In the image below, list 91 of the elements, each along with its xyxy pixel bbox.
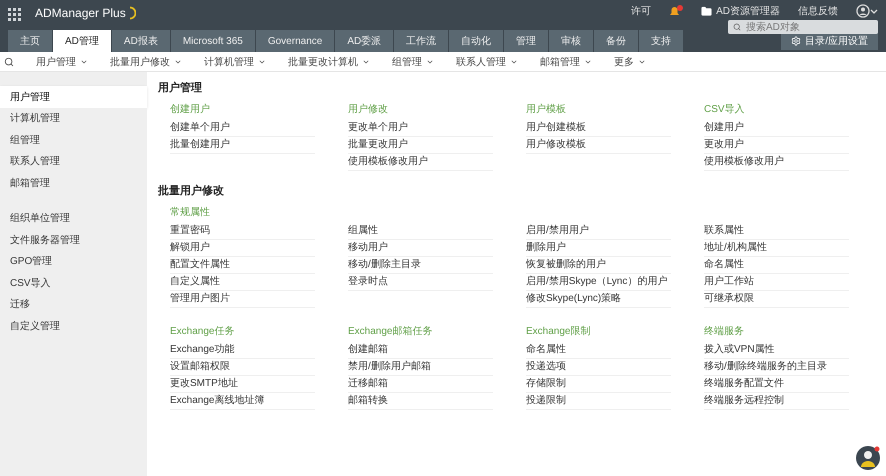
group-heading: Exchange限制 <box>526 324 590 338</box>
header-link[interactable]: 许可 <box>631 4 652 18</box>
task-link[interactable]: 批量更改用户 <box>348 138 408 152</box>
group-heading: 终端服务 <box>704 324 744 338</box>
section-title: 批量用户修改 <box>158 184 225 199</box>
nav-tab[interactable]: 自动化 <box>449 30 504 52</box>
group-heading: 用户修改 <box>348 102 388 116</box>
group-heading: 用户模板 <box>526 102 566 116</box>
task-link[interactable]: 删除用户 <box>526 241 566 255</box>
submenu-item[interactable]: 联系人管理 <box>456 54 518 68</box>
task-link[interactable]: 登录时点 <box>348 275 388 289</box>
task-link[interactable]: 自定义属性 <box>170 275 220 289</box>
task-link[interactable]: 使用模板修改用户 <box>348 155 428 169</box>
nav-tab[interactable]: Governance <box>256 30 334 52</box>
task-link[interactable]: 迁移邮箱 <box>348 377 388 391</box>
task-link[interactable]: 更改SMTP地址 <box>170 377 238 391</box>
product-name: ADManager Plus <box>35 6 126 20</box>
nav-tab[interactable]: 审核 <box>549 30 594 52</box>
task-link[interactable]: 更改用户 <box>704 138 744 152</box>
task-link[interactable]: 禁用/删除用户邮箱 <box>348 360 431 374</box>
task-link[interactable]: 命名属性 <box>526 343 566 357</box>
submenu-item[interactable]: 批量更改计算机 <box>288 54 370 68</box>
task-link[interactable]: 配置文件属性 <box>170 258 230 272</box>
sidebar-item[interactable]: 用户管理 <box>0 86 147 108</box>
task-link[interactable]: 解锁用户 <box>170 241 210 255</box>
search-icon <box>733 23 741 31</box>
group-heading: CSV导入 <box>704 102 745 116</box>
nav-tab[interactable]: 支持 <box>639 30 684 52</box>
task-link[interactable]: 移动/删除终端服务的主目录 <box>704 360 827 374</box>
gear-icon <box>791 36 802 46</box>
task-link[interactable]: 创建单个用户 <box>170 121 230 135</box>
nav-tab[interactable]: AD委派 <box>335 30 394 52</box>
task-link[interactable]: 创建邮箱 <box>348 343 388 357</box>
task-link[interactable]: 设置邮箱权限 <box>170 360 230 374</box>
group-heading: Exchange任务 <box>170 325 234 338</box>
task-link[interactable]: 命名属性 <box>704 258 744 272</box>
nav-tab[interactable]: 备份 <box>594 30 638 52</box>
task-link[interactable]: 投递选项 <box>526 360 566 374</box>
task-link[interactable]: Exchange离线地址簿 <box>170 394 264 408</box>
apps-grid-icon[interactable] <box>8 8 21 21</box>
task-link[interactable]: 可继承权限 <box>704 292 754 306</box>
task-link[interactable]: 联系属性 <box>704 224 744 238</box>
submenu-item[interactable]: 批量用户修改 <box>110 54 182 68</box>
search-field[interactable]: 搜索AD对象 <box>728 20 878 34</box>
task-link[interactable]: 终端服务远程控制 <box>704 394 784 408</box>
task-link[interactable]: 启用/禁用Skype（Lync）的用户 <box>526 275 668 289</box>
group-heading: 创建用户 <box>170 102 210 116</box>
task-link[interactable]: 拨入或VPN属性 <box>704 343 775 357</box>
task-link[interactable]: 使用模板修改用户 <box>704 155 784 169</box>
task-link[interactable]: 管理用户图片 <box>170 292 230 306</box>
user-menu-icon[interactable] <box>856 4 878 18</box>
task-link[interactable]: 恢复被删除的用户 <box>526 258 606 272</box>
task-link[interactable]: 邮箱转换 <box>348 394 388 408</box>
search-icon[interactable] <box>4 56 14 66</box>
bell-icon[interactable] <box>669 5 684 17</box>
nav-tab[interactable]: 工作流 <box>394 30 448 52</box>
group-heading: 常规属性 <box>170 206 210 219</box>
task-link[interactable]: 批量创建用户 <box>170 138 230 152</box>
nav-tab[interactable]: 主页 <box>8 30 52 52</box>
task-link[interactable]: 重置密码 <box>170 224 210 238</box>
section-title: 用户管理 <box>158 80 203 96</box>
group-heading: Exchange邮箱任务 <box>348 324 432 338</box>
task-link[interactable]: 创建用户 <box>704 121 744 135</box>
task-link[interactable]: 移动用户 <box>348 241 388 255</box>
task-link[interactable]: 投递限制 <box>526 394 566 408</box>
nav-tab[interactable]: 管理 <box>504 30 548 52</box>
submenu-item[interactable]: 更多 <box>614 54 646 68</box>
task-link[interactable]: 修改Skype(Lync)策略 <box>526 292 622 306</box>
submenu-item[interactable]: 邮箱管理 <box>540 54 592 68</box>
task-link[interactable]: 更改单个用户 <box>348 121 408 135</box>
header-link[interactable]: 信息反馈 <box>798 4 838 18</box>
task-link[interactable]: 终端服务配置文件 <box>704 377 784 391</box>
submenu-item[interactable]: 用户管理 <box>36 54 88 68</box>
nav-tab[interactable]: AD管理 <box>53 30 111 52</box>
task-link[interactable]: 组属性 <box>348 224 378 238</box>
task-link[interactable]: 移动/删除主目录 <box>348 258 421 272</box>
task-link[interactable]: 存储限制 <box>526 377 566 391</box>
task-link[interactable]: 用户修改模板 <box>526 138 586 152</box>
submenu-item[interactable]: 计算机管理 <box>204 54 266 68</box>
task-link[interactable]: 用户创建模板 <box>526 121 586 135</box>
task-link[interactable]: 地址/机构属性 <box>704 241 767 255</box>
submenu-item[interactable]: 组管理 <box>392 54 434 68</box>
nav-tab[interactable]: Microsoft 365 <box>170 30 255 52</box>
chat-assistant-icon[interactable] <box>856 446 880 470</box>
task-link[interactable]: 用户工作站 <box>704 275 754 289</box>
nav-tab[interactable]: AD报表 <box>112 30 170 52</box>
task-link[interactable]: Exchange功能 <box>170 343 234 357</box>
explorer-link[interactable]: AD资源管理器 <box>701 4 780 18</box>
logo-icon <box>128 6 136 20</box>
task-link[interactable]: 启用/禁用用户 <box>526 224 589 238</box>
folder-icon <box>701 6 712 16</box>
